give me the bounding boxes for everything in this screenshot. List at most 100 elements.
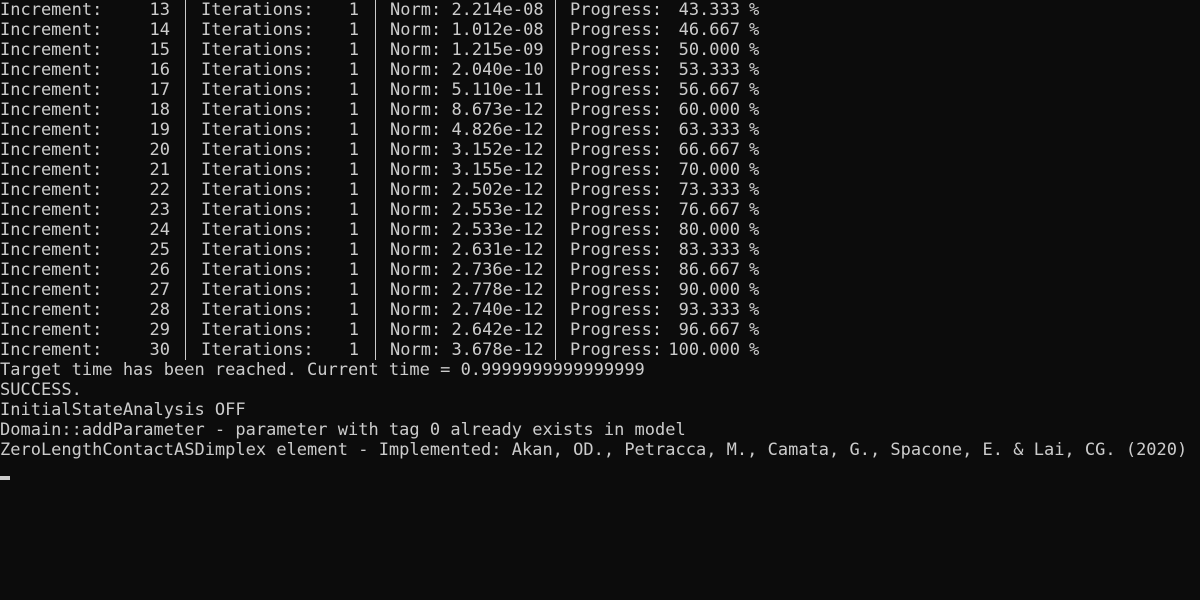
norm-value: 1.012e-08 — [451, 20, 544, 40]
norm-label: Norm: 2.642e-12 — [390, 320, 544, 340]
increment-value: 28 — [149, 300, 170, 320]
iterations-value: 1 — [348, 280, 359, 300]
log-row: Increment: 30 Iterations: 1 Norm: 3.678e-12 P… — [0, 340, 1200, 360]
norm-label-text: Norm: — [390, 180, 442, 200]
percent-sign: % — [749, 140, 760, 160]
iterations-label: Iterations: — [201, 300, 314, 320]
progress-value: 73.333 — [678, 180, 740, 200]
iterations-value: 1 — [348, 200, 359, 220]
progress-label: Progress: — [570, 160, 663, 180]
iterations-value: 1 — [348, 140, 359, 160]
increment-value: 20 — [149, 140, 170, 160]
percent-sign: % — [749, 20, 760, 40]
column-separator — [555, 280, 556, 300]
progress-value: 100.000 — [668, 340, 740, 360]
column-separator — [375, 240, 376, 260]
increment-value: 19 — [149, 120, 170, 140]
progress-value: 53.333 — [678, 60, 740, 80]
column-separator — [185, 120, 186, 140]
progress-label: Progress: — [570, 120, 663, 140]
increment-value: 18 — [149, 100, 170, 120]
increment-value: 21 — [149, 160, 170, 180]
norm-label: Norm: 2.778e-12 — [390, 280, 544, 300]
progress-label: Progress: — [570, 0, 663, 20]
iterations-value: 1 — [348, 300, 359, 320]
increment-value: 13 — [149, 0, 170, 20]
log-row: Increment: 16 Iterations: 1 Norm: 2.040e-10 P… — [0, 60, 1200, 80]
message-line: ZeroLengthContactASDimplex element - Imp… — [0, 440, 1188, 460]
iterations-label: Iterations: — [201, 260, 314, 280]
iterations-label: Iterations: — [201, 40, 314, 60]
increment-label: Increment: — [0, 0, 103, 20]
column-separator — [185, 180, 186, 200]
norm-label-text: Norm: — [390, 240, 442, 260]
norm-label-text: Norm: — [390, 100, 442, 120]
column-separator — [375, 160, 376, 180]
norm-label: Norm: 2.736e-12 — [390, 260, 544, 280]
increment-label: Increment: — [0, 20, 103, 40]
increment-label: Increment: — [0, 160, 103, 180]
column-separator — [185, 320, 186, 340]
iterations-label: Iterations: — [201, 120, 314, 140]
progress-value: 46.667 — [678, 20, 740, 40]
progress-value: 50.000 — [678, 40, 740, 60]
text-cursor — [0, 476, 10, 480]
norm-label-text: Norm: — [390, 40, 442, 60]
increment-log: Increment: 13 Iterations: 1 Norm: 2.214e-08 P… — [0, 0, 1200, 360]
norm-label: Norm: 3.678e-12 — [390, 340, 544, 360]
percent-sign: % — [749, 300, 760, 320]
column-separator — [555, 60, 556, 80]
column-separator — [185, 40, 186, 60]
increment-value: 17 — [149, 80, 170, 100]
console-output[interactable]: Increment: 13 Iterations: 1 Norm: 2.214e-08 P… — [0, 0, 1200, 600]
increment-value: 22 — [149, 180, 170, 200]
percent-sign: % — [749, 220, 760, 240]
iterations-label: Iterations: — [201, 160, 314, 180]
percent-sign: % — [749, 180, 760, 200]
increment-value: 14 — [149, 20, 170, 40]
norm-label: Norm: 3.155e-12 — [390, 160, 544, 180]
iterations-label: Iterations: — [201, 180, 314, 200]
column-separator — [555, 300, 556, 320]
column-separator — [185, 140, 186, 160]
increment-value: 26 — [149, 260, 170, 280]
column-separator — [185, 260, 186, 280]
norm-value: 2.553e-12 — [451, 200, 544, 220]
increment-label: Increment: — [0, 280, 103, 300]
progress-label: Progress: — [570, 40, 663, 60]
increment-label: Increment: — [0, 220, 103, 240]
progress-label: Progress: — [570, 320, 663, 340]
increment-label: Increment: — [0, 320, 103, 340]
column-separator — [555, 40, 556, 60]
column-separator — [185, 60, 186, 80]
column-separator — [185, 340, 186, 360]
column-separator — [375, 20, 376, 40]
progress-value: 80.000 — [678, 220, 740, 240]
increment-value: 16 — [149, 60, 170, 80]
column-separator — [185, 300, 186, 320]
increment-value: 23 — [149, 200, 170, 220]
column-separator — [375, 140, 376, 160]
progress-value: 93.333 — [678, 300, 740, 320]
increment-label: Increment: — [0, 120, 103, 140]
norm-label: Norm: 2.502e-12 — [390, 180, 544, 200]
progress-label: Progress: — [570, 240, 663, 260]
log-row: Increment: 19 Iterations: 1 Norm: 4.826e-12 P… — [0, 120, 1200, 140]
progress-value: 63.333 — [678, 120, 740, 140]
log-row: Increment: 23 Iterations: 1 Norm: 2.553e-12 P… — [0, 200, 1200, 220]
progress-label: Progress: — [570, 340, 663, 360]
norm-label-text: Norm: — [390, 0, 442, 20]
iterations-value: 1 — [348, 20, 359, 40]
norm-value: 1.215e-09 — [451, 40, 544, 60]
increment-label: Increment: — [0, 60, 103, 80]
progress-label: Progress: — [570, 100, 663, 120]
column-separator — [555, 140, 556, 160]
norm-label-text: Norm: — [390, 300, 442, 320]
norm-label: Norm: 2.040e-10 — [390, 60, 544, 80]
progress-value: 76.667 — [678, 200, 740, 220]
percent-sign: % — [749, 200, 760, 220]
column-separator — [555, 260, 556, 280]
norm-label-text: Norm: — [390, 20, 442, 40]
percent-sign: % — [749, 320, 760, 340]
increment-value: 15 — [149, 40, 170, 60]
